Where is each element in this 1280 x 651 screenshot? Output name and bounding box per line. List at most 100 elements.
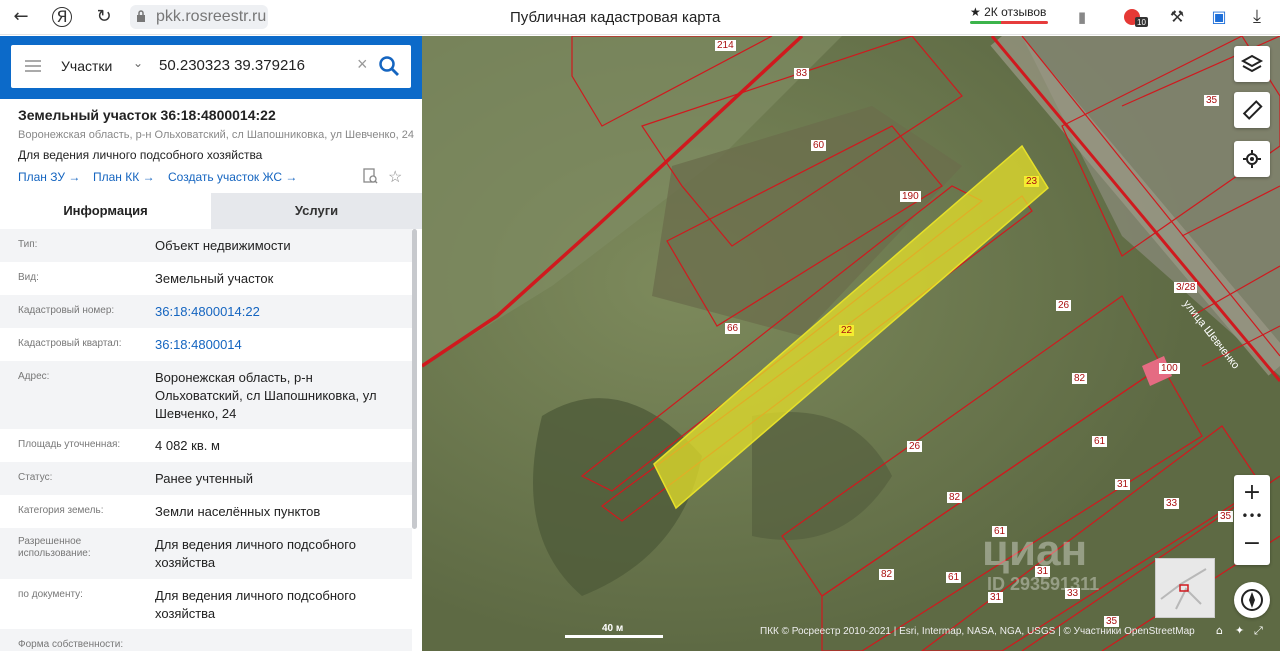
property-label: Форма собственности: bbox=[18, 639, 124, 650]
property-label: Тип: bbox=[18, 239, 38, 250]
parcel-label: 61 bbox=[1092, 436, 1108, 447]
search-type-select[interactable]: Участки bbox=[61, 58, 112, 74]
zoom-out-button[interactable]: − bbox=[1234, 527, 1270, 561]
cadastral-quarter-link[interactable]: 36:18:4800014 bbox=[155, 336, 395, 354]
property-value: Для ведения личного подсобного хозяйства bbox=[155, 537, 356, 570]
property-row: Тип: Объект недвижимости bbox=[0, 229, 412, 262]
property-value: Земельный участок bbox=[155, 271, 274, 286]
parcel-label: 214 bbox=[715, 40, 736, 51]
map-attribution: ПКК © Росреестр 2010-2021 | Esri, Interm… bbox=[760, 626, 1195, 637]
watermark-id: ID 293591311 bbox=[987, 574, 1100, 594]
parcel-label: 82 bbox=[1072, 373, 1088, 384]
property-label: Вид: bbox=[18, 272, 39, 283]
reviews-badge[interactable]: ★ 2К отзывов bbox=[970, 5, 1046, 19]
reload-icon[interactable]: ↻ bbox=[93, 6, 115, 28]
property-label: Адрес: bbox=[18, 371, 50, 382]
cadastral-map[interactable]: 214 83 60 190 23 66 22 35 26 82 100 26 8… bbox=[422, 36, 1280, 651]
zoom-in-button[interactable]: + bbox=[1234, 477, 1270, 509]
property-label: Площадь уточненная: bbox=[18, 439, 121, 450]
address-bar[interactable]: pkk.rosreestr.ru bbox=[130, 5, 268, 29]
tab-info[interactable]: Информация bbox=[0, 193, 211, 229]
back-arrow-icon[interactable]: ← bbox=[10, 6, 32, 28]
adblock-icon[interactable]: 10 bbox=[1122, 6, 1148, 28]
downloads-extension-icon[interactable]: ▣ bbox=[1208, 6, 1230, 28]
property-row: Кадастровый квартал: 36:18:4800014 bbox=[0, 328, 412, 361]
ruler-icon bbox=[1242, 100, 1263, 120]
parcel-label: 26 bbox=[1056, 300, 1072, 311]
scale-label: 40 м bbox=[602, 623, 624, 634]
property-value: Земли населённых пунктов bbox=[155, 504, 321, 519]
compass-icon bbox=[1241, 589, 1263, 611]
zoom-control: + ••• − bbox=[1234, 475, 1270, 565]
property-label: Разрешенное использование: bbox=[18, 536, 91, 559]
info-sidebar: Участки ⌄ 50.230323 39.379216 × ‹ Земель… bbox=[0, 36, 429, 651]
property-label: Категория земель: bbox=[18, 505, 104, 516]
reviews-rating-bar bbox=[970, 21, 1048, 24]
map-canvas[interactable] bbox=[422, 36, 1280, 651]
property-value: Для ведения личного подсобного хозяйства bbox=[155, 588, 356, 621]
minimap[interactable] bbox=[1155, 558, 1215, 618]
download-icon[interactable]: ⤓ bbox=[1246, 6, 1268, 28]
parcel-label: 35 bbox=[1204, 95, 1220, 106]
property-row: Адрес: Воронежская область, р-н Ольховат… bbox=[0, 361, 412, 429]
parcel-label: 33 bbox=[1164, 498, 1180, 509]
parcel-label: 60 bbox=[811, 140, 827, 151]
layers-button[interactable] bbox=[1234, 46, 1270, 82]
chevron-down-icon[interactable]: ⌄ bbox=[133, 56, 143, 70]
search-panel: Участки ⌄ 50.230323 39.379216 × ‹ bbox=[0, 36, 429, 99]
parcel-label: 190 bbox=[900, 191, 921, 202]
object-purpose: Для ведения личного подсобного хозяйства bbox=[18, 148, 263, 162]
locate-button[interactable] bbox=[1234, 141, 1270, 177]
property-row: Кадастровый номер: 36:18:4800014:22 bbox=[0, 295, 412, 328]
property-label: Кадастровый номер: bbox=[18, 305, 115, 316]
scale-bar bbox=[565, 635, 663, 638]
lock-icon bbox=[137, 10, 145, 22]
property-value: Ранее учтенный bbox=[155, 471, 253, 486]
property-value: Объект недвижимости bbox=[155, 238, 291, 253]
watermark-logo: циан bbox=[982, 526, 1088, 575]
extensions-icon[interactable]: ⚒ bbox=[1166, 6, 1188, 28]
parcel-label: 23 bbox=[1024, 176, 1040, 187]
favorite-star-icon[interactable]: ☆ bbox=[388, 167, 402, 187]
settings-icon[interactable]: ✦ bbox=[1235, 624, 1244, 637]
home-icon[interactable]: ⌂ bbox=[1216, 624, 1223, 637]
property-row: Форма собственности: bbox=[0, 629, 412, 651]
search-input[interactable]: 50.230323 39.379216 bbox=[159, 57, 305, 74]
parcel-label: 22 bbox=[839, 325, 855, 336]
property-row: Площадь уточненная: 4 082 кв. м bbox=[0, 429, 412, 462]
parcel-label: 82 bbox=[879, 569, 895, 580]
tab-services[interactable]: Услуги bbox=[211, 193, 422, 229]
search-icon[interactable] bbox=[377, 54, 401, 78]
plan-kk-link[interactable]: План КК → bbox=[93, 170, 155, 184]
property-label: Статус: bbox=[18, 472, 53, 483]
create-parcel-link[interactable]: Создать участок ЖС → bbox=[168, 170, 297, 184]
parcel-label: 100 bbox=[1159, 363, 1180, 374]
parcel-label: 35 bbox=[1218, 511, 1234, 522]
browser-toolbar: ← Я ↻ pkk.rosreestr.ru Публичная кадастр… bbox=[0, 0, 1280, 35]
cadastral-number-link[interactable]: 36:18:4800014:22 bbox=[155, 303, 395, 321]
property-label: Кадастровый квартал: bbox=[18, 338, 122, 349]
property-row: Вид: Земельный участок bbox=[0, 262, 412, 295]
object-address: Воронежская область, р-н Ольховатский, с… bbox=[18, 129, 414, 141]
property-value: Воронежская область, р-н Ольховатский, с… bbox=[155, 370, 377, 421]
measure-button[interactable] bbox=[1234, 92, 1270, 128]
tabs: Информация Услуги bbox=[0, 193, 422, 229]
scrollbar[interactable] bbox=[412, 229, 417, 529]
plan-zu-link[interactable]: План ЗУ → bbox=[18, 170, 80, 184]
menu-icon[interactable] bbox=[25, 60, 41, 72]
adblock-count: 10 bbox=[1137, 18, 1146, 27]
layers-icon bbox=[1240, 54, 1264, 73]
compass-button[interactable] bbox=[1234, 582, 1270, 618]
more-icon[interactable]: ••• bbox=[1234, 510, 1270, 525]
yandex-icon[interactable]: Я bbox=[52, 7, 72, 27]
property-row: Категория земель: Земли населённых пункт… bbox=[0, 495, 412, 528]
parcel-label: 31 bbox=[1115, 479, 1131, 490]
fullscreen-icon[interactable]: ⤢ bbox=[1254, 624, 1263, 638]
properties-list: Тип: Объект недвижимости Вид: Земельный … bbox=[0, 229, 412, 651]
document-search-icon[interactable] bbox=[362, 168, 378, 184]
clear-icon[interactable]: × bbox=[357, 54, 368, 75]
bookmark-icon[interactable]: ▮ bbox=[1071, 6, 1093, 28]
parcel-label: 82 bbox=[947, 492, 963, 503]
search-box: Участки ⌄ 50.230323 39.379216 × bbox=[11, 45, 411, 88]
property-row: Разрешенное использование: Для ведения л… bbox=[0, 528, 412, 579]
